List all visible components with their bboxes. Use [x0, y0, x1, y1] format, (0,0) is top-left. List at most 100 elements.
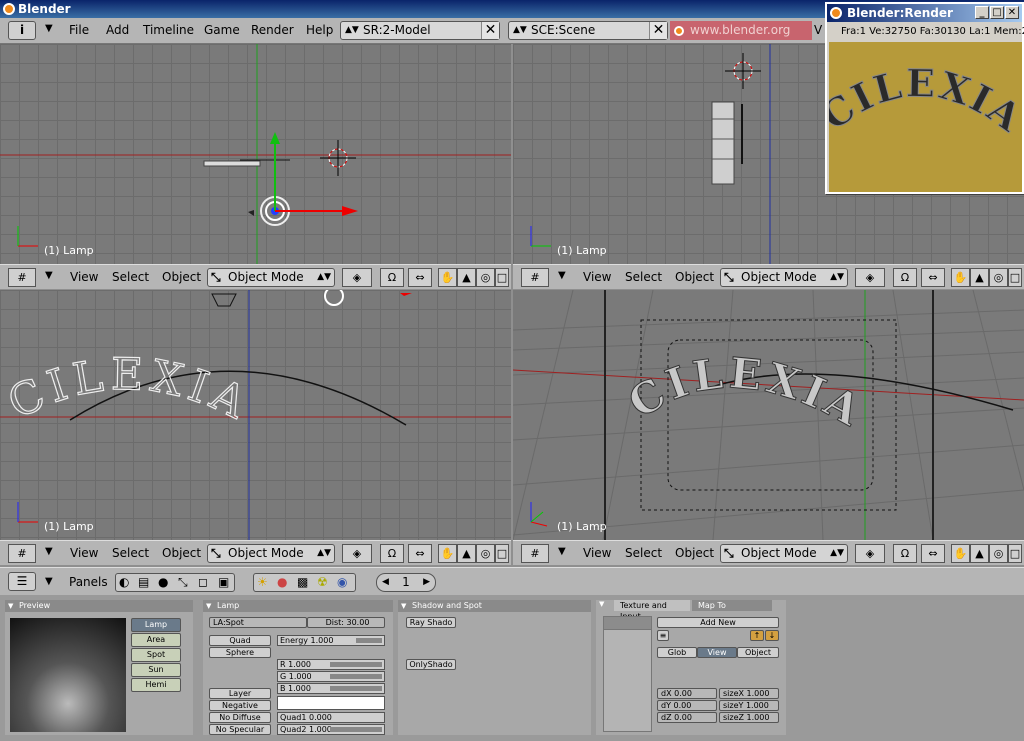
rotate-icon[interactable]: ◎ — [989, 268, 1008, 287]
translate-icon[interactable]: ▲ — [970, 268, 989, 287]
viewport-top-left[interactable]: (1) Lamp — [0, 44, 511, 264]
quad-toggle[interactable]: Quad — [209, 635, 271, 646]
lamp-color-swatch[interactable] — [277, 696, 385, 710]
no-specular-toggle[interactable]: No Specular — [209, 724, 271, 735]
mode-selector[interactable]: ⤡ Object Mode ▲▼ — [207, 544, 335, 563]
scene-delete-icon[interactable]: ✕ — [649, 22, 667, 39]
lamp-buttons-icon[interactable]: ☀ — [257, 575, 268, 589]
lamp-type-hemi[interactable]: Hemi — [131, 678, 181, 692]
layers-icon[interactable]: ⇔ — [921, 268, 945, 287]
lamp-type-area[interactable]: Area — [131, 633, 181, 647]
sizex-field[interactable]: sizeX 1.000 — [719, 688, 779, 699]
rotate-icon[interactable]: ◎ — [989, 544, 1008, 563]
texture-channel-active[interactable] — [604, 617, 651, 630]
menu-view[interactable]: View — [583, 270, 611, 284]
mode-selector[interactable]: ⤡ Object Mode ▲▼ — [207, 268, 335, 287]
texture-channels-list[interactable] — [603, 616, 652, 732]
green-slider[interactable]: G 1.000 — [277, 671, 385, 682]
dx-field[interactable]: dX 0.00 — [657, 688, 717, 699]
collapse-menu-icon[interactable]: ▼ — [558, 546, 566, 557]
scale-icon[interactable]: □ — [1008, 268, 1022, 287]
render-window-title-bar[interactable]: Blender:Render _ □ ✕ — [827, 4, 1022, 22]
draw-type-icon[interactable]: ◈ — [855, 268, 885, 287]
decrement-icon[interactable]: ◀ — [382, 574, 389, 591]
lamp-dist-field[interactable]: Dist: 30.00 — [307, 617, 385, 628]
translate-icon[interactable]: ▲ — [457, 268, 476, 287]
close-icon[interactable]: ✕ — [1005, 6, 1019, 19]
buttons-window-type-icon[interactable]: ☰ — [8, 572, 36, 591]
map-to-tab[interactable]: Map To — [692, 600, 772, 611]
draw-type-icon[interactable]: ◈ — [855, 544, 885, 563]
script-context-icon[interactable]: ▤ — [138, 575, 149, 589]
rotate-icon[interactable]: ◎ — [476, 268, 495, 287]
scene-selector[interactable]: ▲▼ SCE:Scene ✕ — [508, 21, 668, 40]
layers-icon[interactable]: ⇔ — [921, 544, 945, 563]
menu-view[interactable]: View — [583, 546, 611, 560]
menu-object[interactable]: Object — [675, 270, 714, 284]
quad1-slider[interactable]: Quad1 0.000 — [277, 712, 385, 723]
lamp-object-icon[interactable] — [324, 290, 344, 306]
menu-view[interactable]: View — [70, 546, 98, 560]
screen-selector[interactable]: ▲▼ SR:2-Model ✕ — [340, 21, 500, 40]
rotate-icon[interactable]: ◎ — [476, 544, 495, 563]
lamp-type-sun[interactable]: Sun — [131, 663, 181, 677]
persp-text-object[interactable]: CILEXIA — [619, 348, 872, 438]
radiosity-buttons-icon[interactable]: ☢ — [317, 575, 328, 589]
info-window-type-button[interactable]: i — [8, 21, 36, 40]
view-toggle[interactable]: View — [697, 647, 737, 658]
menu-timeline[interactable]: Timeline — [143, 23, 194, 37]
pivot-icon[interactable]: Ω — [380, 268, 404, 287]
glob-toggle[interactable]: Glob — [657, 647, 697, 658]
text-object-edge[interactable] — [203, 160, 261, 167]
panels-menu[interactable]: Panels — [69, 575, 108, 589]
translate-icon[interactable]: ▲ — [970, 544, 989, 563]
grid-window-type-icon[interactable]: # — [521, 544, 549, 563]
texture-browse-icon[interactable]: ≡ — [657, 630, 669, 641]
lamp-type-lamp[interactable]: Lamp — [131, 618, 181, 632]
translate-icon[interactable]: ▲ — [457, 544, 476, 563]
preview-panel-title[interactable]: Preview — [5, 600, 193, 612]
scale-icon[interactable]: □ — [495, 544, 509, 563]
menu-select[interactable]: Select — [625, 270, 662, 284]
collapse-menu-icon[interactable]: ▼ — [45, 23, 53, 34]
menu-game[interactable]: Game — [204, 23, 240, 37]
front-text-object[interactable]: CILEXIA — [0, 348, 259, 432]
sphere-toggle[interactable]: Sphere — [209, 647, 271, 658]
hand-icon[interactable]: ✋ — [951, 268, 970, 287]
menu-add[interactable]: Add — [106, 23, 129, 37]
viewport-bottom-right[interactable]: CILEXIA (1) Lamp — [513, 290, 1024, 540]
menu-select[interactable]: Select — [112, 546, 149, 560]
menu-object[interactable]: Object — [162, 270, 201, 284]
lamp-type-spot[interactable]: Spot — [131, 648, 181, 662]
sizez-field[interactable]: sizeZ 1.000 — [719, 712, 779, 723]
negative-toggle[interactable]: Negative — [209, 700, 271, 711]
lamp-name-field[interactable]: LA:Spot — [209, 617, 307, 628]
grid-window-type-icon[interactable]: # — [521, 268, 549, 287]
pivot-icon[interactable]: Ω — [893, 544, 917, 563]
viewport-bottom-left[interactable]: CILEXIA (1) Lamp — [0, 290, 511, 540]
lamp-panel-title[interactable]: Lamp — [203, 600, 393, 612]
screen-browse-icon[interactable]: ▲▼ — [345, 22, 359, 39]
scene-browse-icon[interactable]: ▲▼ — [513, 22, 527, 39]
menu-select[interactable]: Select — [625, 546, 662, 560]
layer-toggle[interactable]: Layer — [209, 688, 271, 699]
menu-select[interactable]: Select — [112, 270, 149, 284]
paste-icon[interactable]: ↓ — [765, 630, 779, 641]
collapse-menu-icon[interactable]: ▼ — [45, 270, 53, 281]
copy-icon[interactable]: ↑ — [750, 630, 764, 641]
draw-type-icon[interactable]: ◈ — [342, 268, 372, 287]
only-shadow-toggle[interactable]: OnlyShado — [406, 659, 456, 670]
menu-view[interactable]: View — [70, 270, 98, 284]
lamp-object-icon[interactable] — [260, 132, 358, 226]
screen-name[interactable]: SR:2-Model — [363, 23, 431, 37]
camera-small-icon[interactable] — [248, 210, 254, 216]
camera-object-icon[interactable] — [211, 293, 237, 307]
energy-slider[interactable]: Energy 1.000 — [277, 635, 385, 646]
texture-buttons-icon[interactable]: ▩ — [297, 575, 308, 589]
layers-icon[interactable]: ⇔ — [408, 268, 432, 287]
minimize-icon[interactable]: _ — [975, 6, 989, 19]
maximize-icon[interactable]: □ — [990, 6, 1004, 19]
object-context-icon[interactable]: ⤡ — [178, 575, 188, 590]
texture-input-tab[interactable]: Texture and Input — [614, 600, 690, 621]
material-buttons-icon[interactable]: ● — [277, 575, 287, 589]
